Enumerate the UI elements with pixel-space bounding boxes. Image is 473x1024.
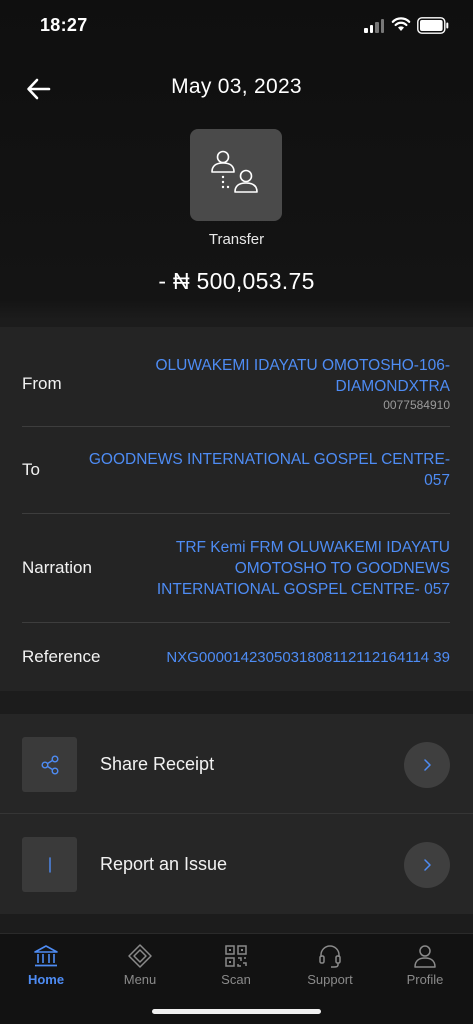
transfer-tile xyxy=(190,129,282,221)
nav-menu-label: Menu xyxy=(123,972,157,987)
detail-row-to: To GOODNEWS INTERNATIONAL GOSPEL CENTRE-… xyxy=(22,427,450,514)
detail-row-from: From OLUWAKEMI IDAYATU OMOTOSHO-106-DIAM… xyxy=(22,341,450,427)
share-receipt-label: Share Receipt xyxy=(100,754,215,774)
info-icon xyxy=(48,856,51,873)
actions-card: Share Receipt Report an Issue xyxy=(0,714,473,914)
transaction-amount: - ₦ 500,053.75 xyxy=(158,268,315,294)
signal-icon xyxy=(364,19,386,33)
from-value: OLUWAKEMI IDAYATU OMOTOSHO-106-DIAMONDXT… xyxy=(130,355,450,413)
narration-label: Narration xyxy=(22,558,92,577)
nav-scan-label: Scan xyxy=(221,972,251,987)
status-bar: 18:27 xyxy=(0,0,473,52)
from-account-number: 0077584910 xyxy=(383,397,450,412)
chevron-right-icon xyxy=(424,759,431,771)
battery-icon xyxy=(417,17,449,34)
nav-support[interactable]: Support xyxy=(290,942,370,987)
nav-scan[interactable]: Scan xyxy=(196,942,276,987)
nav-menu[interactable]: Menu xyxy=(100,942,180,987)
chevron-right-icon xyxy=(424,859,431,871)
nav-profile[interactable]: Profile xyxy=(385,942,465,987)
nav-home[interactable]: Home xyxy=(6,942,86,987)
transfer-users-icon xyxy=(211,150,258,193)
share-icon-box xyxy=(22,737,77,792)
detail-row-reference: Reference NXG000014230503180811211216411… xyxy=(22,623,450,691)
reference-label: Reference xyxy=(22,647,101,666)
home-indicator xyxy=(152,1009,321,1014)
transaction-details-card: From OLUWAKEMI IDAYATU OMOTOSHO-106-DIAM… xyxy=(0,327,473,691)
share-icon xyxy=(41,755,58,774)
report-issue-label: Report an Issue xyxy=(100,854,228,874)
nav-home-label: Home xyxy=(27,972,65,987)
report-issue-button[interactable]: Report an Issue xyxy=(0,814,473,914)
share-receipt-button[interactable]: Share Receipt xyxy=(0,714,473,814)
status-time: 18:27 xyxy=(40,15,88,35)
menu-icon xyxy=(128,944,152,968)
narration-value: TRF Kemi FRM OLUWAKEMI IDAYATU OMOTOSHO … xyxy=(156,538,450,598)
from-account-name: OLUWAKEMI IDAYATU OMOTOSHO-106-DIAMONDXT… xyxy=(155,356,450,395)
wifi-icon xyxy=(391,17,411,31)
person-icon xyxy=(414,945,436,968)
page-title: May 03, 2023 xyxy=(171,75,302,98)
to-value: GOODNEWS INTERNATIONAL GOSPEL CENTRE-057 xyxy=(88,451,450,489)
bank-icon xyxy=(34,945,58,967)
detail-row-narration: Narration TRF Kemi FRM OLUWAKEMI IDAYATU… xyxy=(22,514,450,623)
nav-profile-label: Profile xyxy=(406,972,444,987)
from-label: From xyxy=(22,373,62,393)
transaction-type-label: Transfer xyxy=(208,231,265,248)
nav-support-label: Support xyxy=(307,972,353,987)
info-icon-box xyxy=(22,837,77,892)
reference-value: NXG0000142305031808112112164114 39 xyxy=(166,648,450,666)
to-label: To xyxy=(22,460,40,479)
transaction-details-screen: 18:27 May 03, 2023 Transfer - ₦ 500,053.… xyxy=(0,0,473,1024)
qr-icon xyxy=(225,945,247,967)
share-receipt-chevron[interactable] xyxy=(404,742,450,788)
report-issue-chevron[interactable] xyxy=(404,842,450,888)
headset-icon xyxy=(319,945,341,968)
